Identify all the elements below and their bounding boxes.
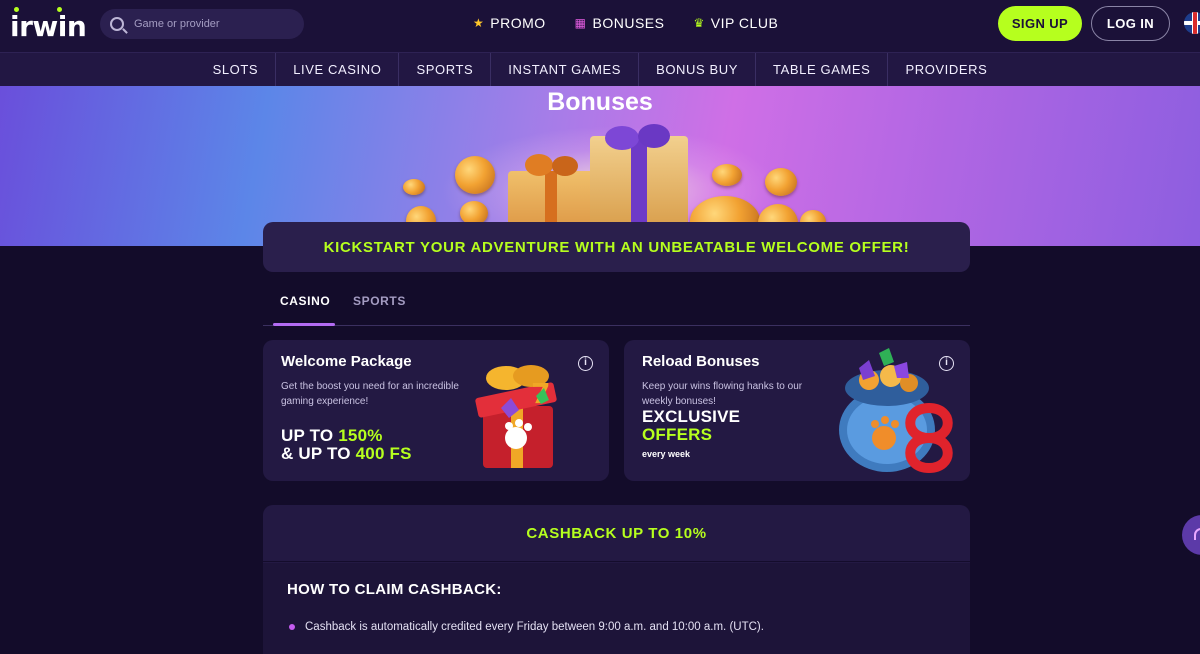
top-nav: ★ PROMO ▦ BONUSES ♛ VIP CLUB [473, 15, 778, 31]
card-title: Welcome Package [281, 353, 412, 370]
uk-flag-icon[interactable] [1184, 12, 1200, 34]
welcome-offer-text: KICKSTART YOUR ADVENTURE WITH AN UNBEATA… [323, 238, 910, 256]
cashback-section: CASHBACK UP TO 10% HOW TO CLAIM CASHBACK… [263, 505, 970, 654]
nav-promo[interactable]: ★ PROMO [473, 15, 546, 31]
offer-value: 400 FS [355, 444, 412, 463]
category-slots[interactable]: SLOTS [196, 53, 277, 86]
category-bar: SLOTS LIVE CASINO SPORTS INSTANT GAMES B… [0, 52, 1200, 86]
logo-dot-decoration [57, 7, 62, 12]
crown-icon: ♛ [693, 16, 705, 30]
welcome-package-card[interactable]: Welcome Package Get the boost you need f… [263, 340, 609, 481]
search-input[interactable] [134, 18, 284, 30]
nav-vip-club-label: VIP CLUB [710, 15, 779, 31]
list-item: Cashback is automatically credited every… [289, 621, 764, 633]
offer-value: 150% [338, 426, 383, 445]
top-header: irwin ★ PROMO ▦ BONUSES ♛ VIP CLUB SIGN … [0, 0, 1200, 52]
offer-prefix: UP TO [281, 426, 339, 445]
red-gift-box-illustration: 7 [475, 365, 557, 468]
support-chat-icon[interactable] [1182, 515, 1200, 555]
log-in-button[interactable]: LOG IN [1091, 6, 1170, 41]
nav-bonuses-label: BONUSES [592, 15, 665, 31]
cashback-body: HOW TO CLAIM CASHBACK: Cashback is autom… [263, 563, 970, 654]
claim-title: HOW TO CLAIM CASHBACK: [287, 581, 502, 598]
offer-prefix: & UP TO [281, 444, 356, 463]
bonus-tabs: CASINO SPORTS [263, 290, 970, 326]
nav-vip-club[interactable]: ♛ VIP CLUB [693, 15, 778, 31]
category-table-games[interactable]: TABLE GAMES [756, 53, 889, 86]
welcome-offer-banner: KICKSTART YOUR ADVENTURE WITH AN UNBEATA… [263, 222, 970, 272]
search-box[interactable] [100, 9, 304, 39]
bullet-icon [289, 624, 295, 630]
tab-sports[interactable]: SPORTS [353, 294, 406, 308]
category-sports[interactable]: SPORTS [399, 53, 492, 86]
bullet-text: Cashback is automatically credited every… [305, 621, 764, 633]
card-title: Reload Bonuses [642, 353, 760, 370]
cashback-title: CASHBACK UP TO 10% [526, 524, 707, 542]
offer-note: every week [642, 449, 691, 459]
irwin-logo[interactable]: irwin [10, 10, 87, 43]
coin-bag-illustration [839, 348, 953, 474]
search-icon [110, 17, 124, 31]
gift-icon: ▦ [574, 16, 587, 30]
card-description: Keep your wins flowing hanks to our week… [642, 381, 803, 407]
logo-text: irwin [10, 10, 87, 43]
card-description: Get the boost you need for an incredible… [281, 381, 459, 407]
offer-line-1: EXCLUSIVE [642, 407, 741, 426]
star-icon: ★ [473, 16, 485, 30]
category-instant-games[interactable]: INSTANT GAMES [491, 53, 640, 86]
category-providers[interactable]: PROVIDERS [888, 53, 1004, 86]
offer-line-2: & UP TO 400 FS [281, 444, 412, 464]
cashback-header: CASHBACK UP TO 10% [263, 505, 970, 562]
nav-bonuses[interactable]: ▦ BONUSES [575, 15, 665, 31]
offer-line-2: OFFERS [642, 425, 713, 444]
active-tab-indicator [273, 323, 335, 326]
page-title: Bonuses [547, 88, 653, 116]
category-live-casino[interactable]: LIVE CASINO [276, 53, 400, 86]
offer-line-1: UP TO 150% [281, 426, 383, 446]
category-bonus-buy[interactable]: BONUS BUY [639, 53, 757, 86]
logo-dot-decoration [14, 7, 19, 12]
tab-casino[interactable]: CASINO [280, 294, 330, 308]
nav-promo-label: PROMO [490, 15, 546, 31]
reload-bonuses-card[interactable]: Reload Bonuses Keep your wins flowing ha… [624, 340, 970, 481]
sign-up-button[interactable]: SIGN UP [998, 6, 1082, 41]
